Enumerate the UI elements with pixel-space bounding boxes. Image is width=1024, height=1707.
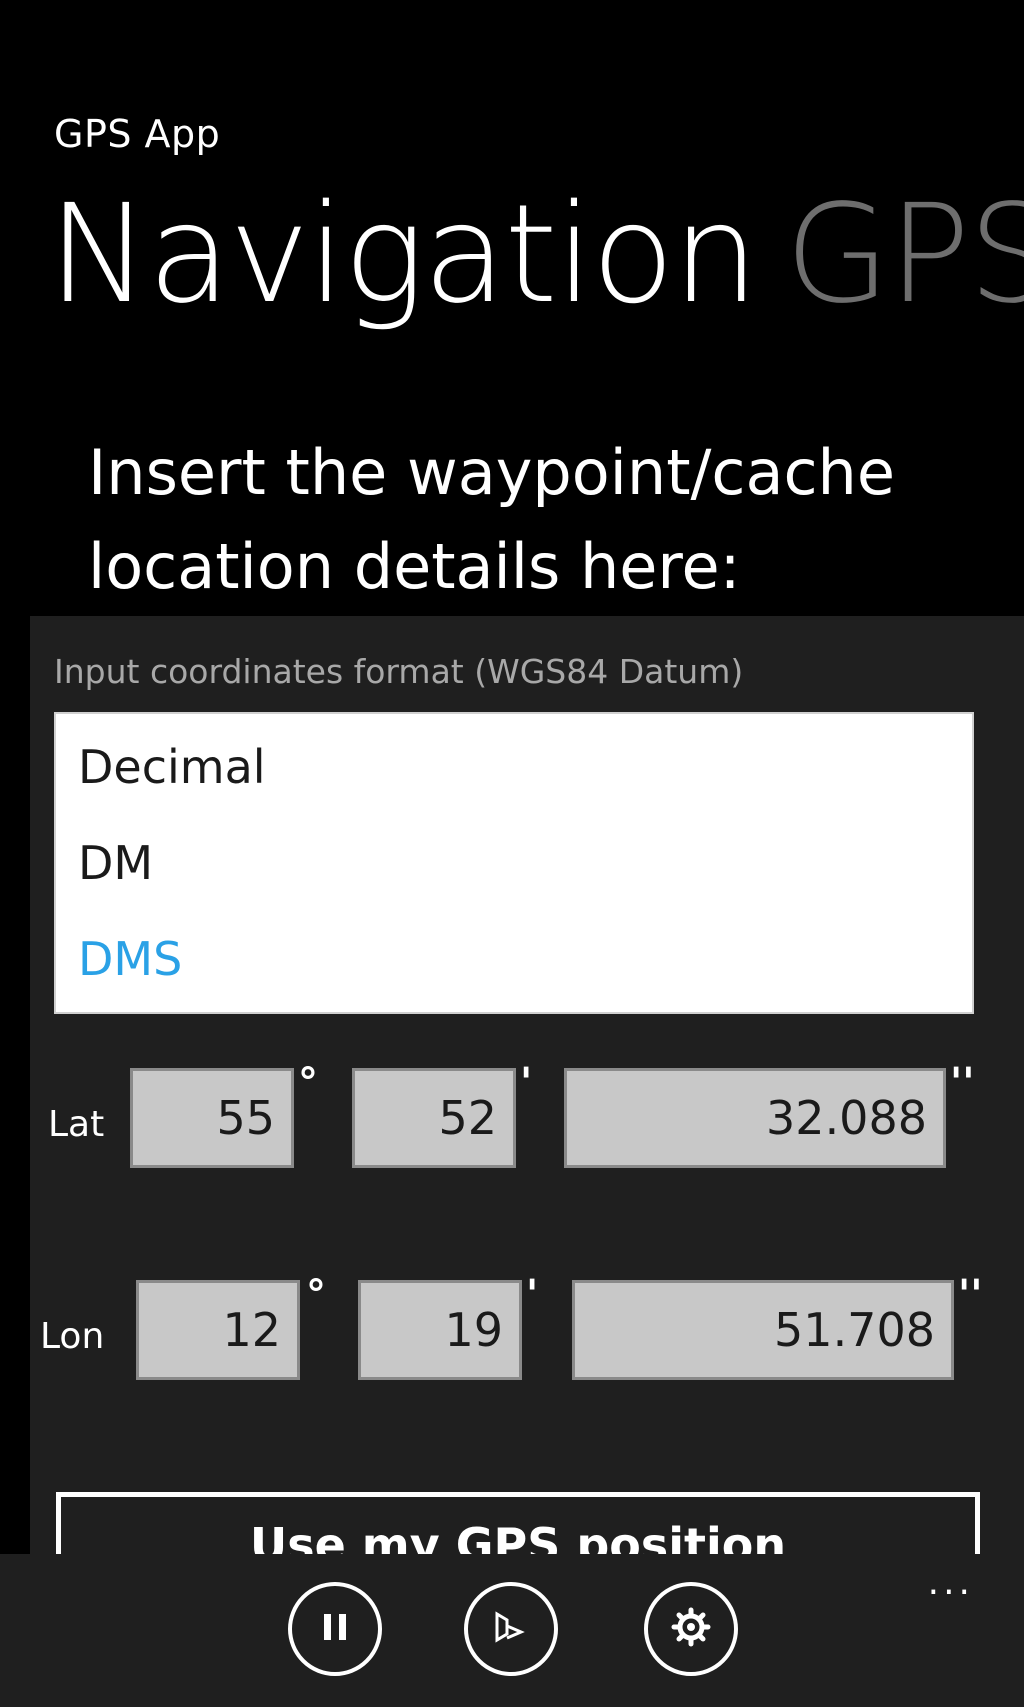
pause-button[interactable] <box>288 1582 382 1676</box>
degree-symbol: ° <box>306 1272 326 1318</box>
degree-symbol: ° <box>298 1060 318 1106</box>
coordinates-panel: Input coordinates format (WGS84 Datum) D… <box>30 616 1024 1616</box>
second-symbol: '' <box>958 1272 983 1318</box>
instructions: Insert the waypoint/cache location detai… <box>88 426 988 614</box>
instructions-line-1: Insert the waypoint/cache <box>88 436 895 509</box>
format-label: Input coordinates format (WGS84 Datum) <box>54 652 744 691</box>
lon-minutes-input[interactable]: 19 <box>358 1280 522 1380</box>
lon-degrees-input[interactable]: 12 <box>136 1280 300 1380</box>
pivot-item-gps[interactable]: GPS <box>785 176 1024 334</box>
pivot-header: Navigation GPS <box>48 180 1024 330</box>
lat-minutes-input[interactable]: 52 <box>352 1068 516 1168</box>
lon-seconds-input[interactable]: 51.708 <box>572 1280 954 1380</box>
minute-symbol: ' <box>520 1060 533 1106</box>
pivot-item-navigation[interactable]: Navigation <box>48 176 759 334</box>
second-symbol: '' <box>950 1060 975 1106</box>
lat-label: Lat <box>48 1104 105 1145</box>
lat-seconds-input[interactable]: 32.088 <box>564 1068 946 1168</box>
lat-degrees-input[interactable]: 55 <box>130 1068 294 1168</box>
app-title: GPS App <box>54 112 221 156</box>
bing-icon <box>481 1602 541 1656</box>
minute-symbol: ' <box>526 1272 539 1318</box>
pause-icon <box>315 1607 355 1651</box>
instructions-line-2: location details here: <box>88 530 741 603</box>
format-option-decimal[interactable]: Decimal <box>78 740 266 794</box>
bing-search-button[interactable] <box>464 1582 558 1676</box>
settings-icon <box>669 1605 713 1653</box>
app-bar: ... <box>0 1554 1024 1707</box>
settings-button[interactable] <box>644 1582 738 1676</box>
format-list[interactable]: Decimal DM DMS <box>54 712 974 1014</box>
format-option-dms[interactable]: DMS <box>78 932 182 986</box>
format-option-dm[interactable]: DM <box>78 836 153 890</box>
app-bar-more-button[interactable]: ... <box>928 1562 974 1603</box>
lon-label: Lon <box>40 1316 105 1357</box>
